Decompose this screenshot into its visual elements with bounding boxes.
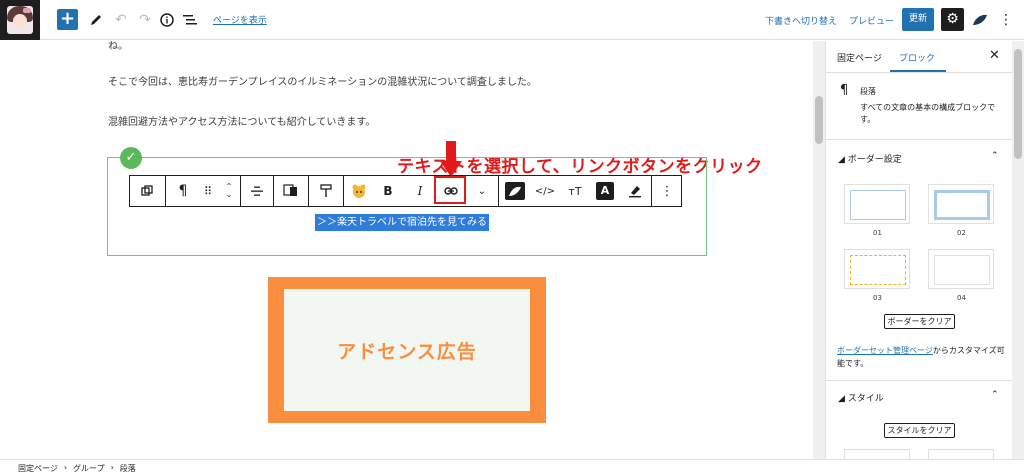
details-info-icon[interactable]: [157, 10, 177, 30]
undo-icon[interactable]: ↶: [111, 10, 131, 30]
breadcrumb-item-page[interactable]: 固定ページ: [18, 463, 58, 474]
border-option-label: 03: [873, 294, 882, 302]
switch-to-draft-button[interactable]: 下書きへ切り替え: [765, 14, 837, 27]
block-transform-icon[interactable]: [130, 176, 164, 206]
close-icon[interactable]: ✕: [989, 48, 1000, 63]
options-more-icon[interactable]: ⋮: [996, 10, 1016, 30]
style-section-title: スタイル: [847, 394, 884, 404]
block-card-description: すべての文章の基本の構成ブロックです。: [860, 103, 996, 124]
drag-handle-icon[interactable]: ⠿: [198, 176, 218, 206]
border-option-04[interactable]: [928, 249, 994, 289]
text-color-label: A: [596, 182, 614, 200]
clear-border-button[interactable]: ボーダーをクリア: [884, 314, 955, 329]
block-toolbar: ¶ ⠿ ⌃ ⌄ B I ⌄ </> ᴛT A ⋮: [129, 175, 682, 207]
redo-icon[interactable]: ↷: [135, 10, 155, 30]
breadcrumb-item-group[interactable]: グループ: [73, 463, 105, 474]
plugin-brand-icon[interactable]: [970, 10, 990, 30]
editor-top-bar: + ↶ ↷ ページを表示 下書きへ切り替え プレビュー 更新 ⚙ ⋮: [0, 0, 1024, 40]
settings-gear-icon[interactable]: ⚙: [941, 8, 964, 31]
paragraph-icon[interactable]: ¶: [168, 176, 198, 206]
chevron-right-icon: ›: [63, 463, 68, 472]
sidebar-tabs: 固定ページ ブロック ✕: [826, 41, 1012, 73]
bold-button[interactable]: B: [374, 176, 402, 206]
ad-inner-panel: アドセンス広告: [284, 289, 530, 411]
chevron-up-icon[interactable]: ⌃: [991, 390, 999, 400]
view-page-link[interactable]: ページを表示: [213, 13, 267, 26]
block-options-more-icon[interactable]: ⋮: [652, 176, 682, 206]
chevron-right-icon: ›: [110, 463, 114, 472]
selected-link-text[interactable]: ＞＞楽天トラベルで宿泊先を見てみる: [315, 214, 489, 231]
brand-small-icon: ◢: [838, 394, 845, 404]
border-option-label: 04: [957, 294, 966, 302]
link-button-highlight: [434, 176, 466, 204]
more-formats-chevron-down-icon[interactable]: ⌄: [468, 176, 496, 206]
border-option-01[interactable]: [844, 184, 910, 224]
list-view-icon[interactable]: [180, 10, 200, 30]
block-breadcrumb-bar: 固定ページ › グループ › 段落: [0, 459, 1024, 476]
border-manage-note: ボーダーセット管理ページからカスタマイズ可能です。: [837, 344, 1007, 370]
emoji-mascot-icon[interactable]: [344, 176, 374, 206]
add-block-button[interactable]: +: [57, 9, 78, 30]
ad-placeholder[interactable]: アドセンス広告: [268, 277, 546, 423]
paragraph-access[interactable]: 混雑回避方法やアクセス方法についても紹介していきます。: [108, 113, 375, 128]
edit-pencil-icon[interactable]: [86, 10, 106, 30]
avatar: [7, 6, 33, 34]
chevron-up-icon[interactable]: ⌃: [991, 151, 999, 161]
border-option-02[interactable]: [928, 184, 994, 224]
ad-label: アドセンス広告: [337, 340, 477, 363]
canvas-scroll-thumb[interactable]: [815, 96, 823, 144]
paint-roller-icon[interactable]: [310, 176, 342, 206]
block-card-title: 段落: [860, 87, 876, 96]
brand-small-icon: ◢: [838, 155, 845, 165]
border-option-label: 01: [873, 229, 882, 237]
inline-code-icon[interactable]: </>: [530, 176, 560, 206]
style-option-thumb[interactable]: [844, 449, 910, 459]
clear-style-button[interactable]: スタイルをクリア: [884, 423, 955, 438]
breadcrumb: 固定ページ › グループ › 段落: [18, 463, 136, 474]
style-option-thumb[interactable]: [928, 449, 994, 459]
text-color-button[interactable]: A: [590, 176, 620, 206]
style-section-header[interactable]: ◢ スタイル: [838, 391, 884, 404]
sidebar-scroll-thumb[interactable]: [1014, 49, 1022, 159]
site-avatar-button[interactable]: [0, 0, 40, 40]
border-settings-title: ボーダー設定: [847, 155, 902, 165]
preview-button[interactable]: プレビュー: [849, 14, 894, 27]
settings-sidebar: 固定ページ ブロック ✕ ¶ 段落 すべての文章の基本の構成ブロックです。 ◢ …: [825, 41, 1012, 459]
paragraph-intro[interactable]: そこで今回は、恵比寿ガーデンプレイスのイルミネーションの混雑状況について調査しま…: [108, 73, 537, 88]
active-tab-indicator: [890, 70, 946, 72]
image-text-icon[interactable]: [275, 176, 307, 206]
tab-page[interactable]: 固定ページ: [837, 51, 882, 64]
canvas-scrollbar[interactable]: [813, 41, 825, 459]
border-set-manage-link[interactable]: ボーダーセット管理ページ: [837, 346, 933, 355]
brand-highlight-icon[interactable]: [500, 176, 530, 206]
move-up-down-icon[interactable]: ⌃ ⌄: [218, 176, 240, 206]
update-button[interactable]: 更新: [902, 8, 934, 31]
highlighter-icon[interactable]: [620, 176, 650, 206]
tab-block[interactable]: ブロック: [899, 51, 935, 64]
editor-canvas: ね。 そこで今回は、恵比寿ガーデンプレイスのイルミネーションの混雑状況について調…: [0, 41, 813, 459]
checkmark-icon: ✓: [120, 147, 142, 169]
font-size-icon[interactable]: ᴛT: [560, 176, 590, 206]
border-option-label: 02: [957, 229, 966, 237]
align-center-icon[interactable]: [242, 176, 272, 206]
breadcrumb-item-paragraph[interactable]: 段落: [120, 463, 136, 474]
border-settings-header[interactable]: ◢ ボーダー設定: [838, 152, 902, 165]
paragraph-icon: ¶: [840, 83, 849, 98]
sidebar-scrollbar[interactable]: [1012, 41, 1024, 459]
italic-button[interactable]: I: [406, 176, 434, 206]
border-option-03[interactable]: [844, 249, 910, 289]
partial-paragraph[interactable]: ね。: [108, 41, 128, 52]
